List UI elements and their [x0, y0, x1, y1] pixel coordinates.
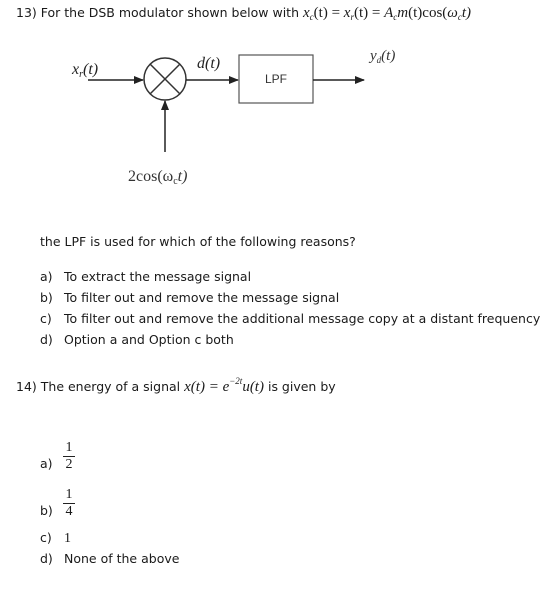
q13-option-b[interactable]: b) To filter out and remove the message s…	[40, 290, 339, 305]
question-14-heading: 14) The energy of a signal x(t) = e−2tu(…	[16, 376, 336, 396]
question-14-equation: x(t) = e−2tu(t)	[184, 376, 264, 395]
question-14-suffix: is given by	[267, 379, 336, 394]
mixer-output-label: d(t)	[197, 55, 220, 72]
q14-option-b[interactable]: b)	[40, 503, 64, 518]
q14-option-d[interactable]: d) None of the above	[40, 551, 179, 566]
q13-option-d[interactable]: d) Option a and Option c both	[40, 332, 234, 347]
q13-option-a[interactable]: a) To extract the message signal	[40, 269, 251, 284]
multiplier-icon	[143, 57, 187, 101]
q14-option-a[interactable]: a)	[40, 456, 64, 471]
q14-option-b-fraction: 14	[63, 488, 75, 519]
output-signal-label: yd(t)	[368, 48, 395, 65]
carrier-label: 2cos(ωct)	[128, 168, 187, 187]
q14-option-a-fraction: 12	[63, 441, 75, 472]
lpf-label: LPF	[265, 72, 287, 86]
q14-option-c[interactable]: c) 1	[40, 530, 71, 547]
question-14-prefix: 14) The energy of a signal	[16, 379, 181, 394]
question-13-text: the LPF is used for which of the followi…	[40, 234, 356, 249]
q13-option-c[interactable]: c) To filter out and remove the additiona…	[40, 311, 540, 326]
dsb-block-diagram: xr(t) d(t) LPF yd(t) 2cos(ωct)	[71, 48, 395, 187]
input-signal-label: xr(t)	[71, 61, 98, 80]
